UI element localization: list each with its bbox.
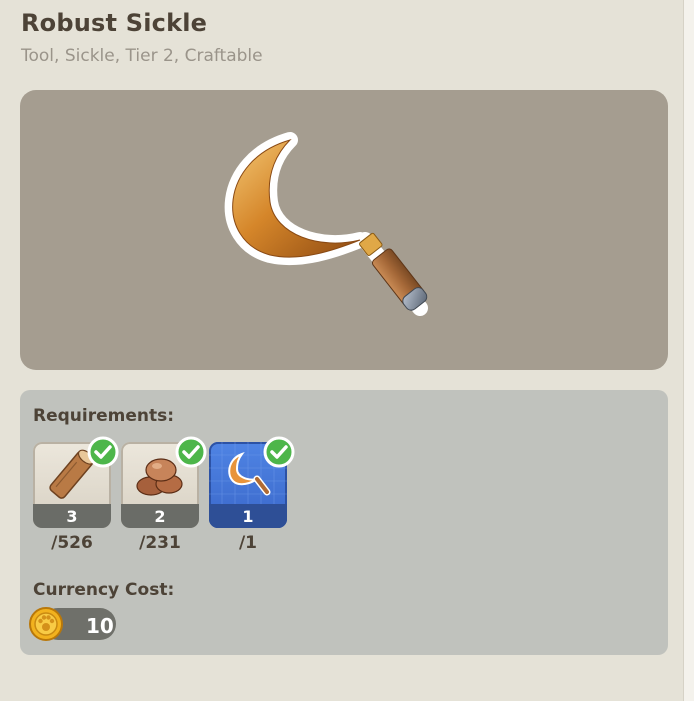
item-title: Robust Sickle	[21, 9, 208, 37]
gold-coin-icon	[29, 607, 63, 641]
required-quantity: 2	[121, 504, 199, 528]
checkmark-icon	[87, 436, 119, 468]
requirements-list: 3 /526 2 /231 1 /1	[33, 436, 333, 554]
currency-cost-label: Currency Cost:	[33, 580, 175, 600]
owned-quantity: /1	[238, 533, 258, 553]
requirements-label: Requirements:	[33, 406, 175, 426]
owned-quantity: /231	[139, 533, 181, 553]
currency-amount: 10	[86, 614, 114, 638]
item-preview	[20, 90, 668, 370]
requirement-item-wood[interactable]: 3 /526	[33, 436, 119, 554]
scrollbar-track[interactable]	[683, 0, 694, 701]
requirements-panel: Requirements: 3 /526 2 /231 1 /1 Currenc…	[20, 390, 668, 655]
requirement-item-ore[interactable]: 2 /231	[121, 436, 207, 554]
owned-quantity: /526	[51, 533, 93, 553]
required-quantity: 3	[33, 504, 111, 528]
required-quantity: 1	[209, 504, 287, 528]
checkmark-icon	[175, 436, 207, 468]
sickle-icon	[224, 132, 428, 316]
currency-cost: 10	[28, 606, 118, 642]
checkmark-icon	[263, 436, 295, 468]
requirement-item-blueprint[interactable]: 1 /1	[209, 436, 295, 554]
item-tags: Tool, Sickle, Tier 2, Craftable	[21, 46, 263, 66]
